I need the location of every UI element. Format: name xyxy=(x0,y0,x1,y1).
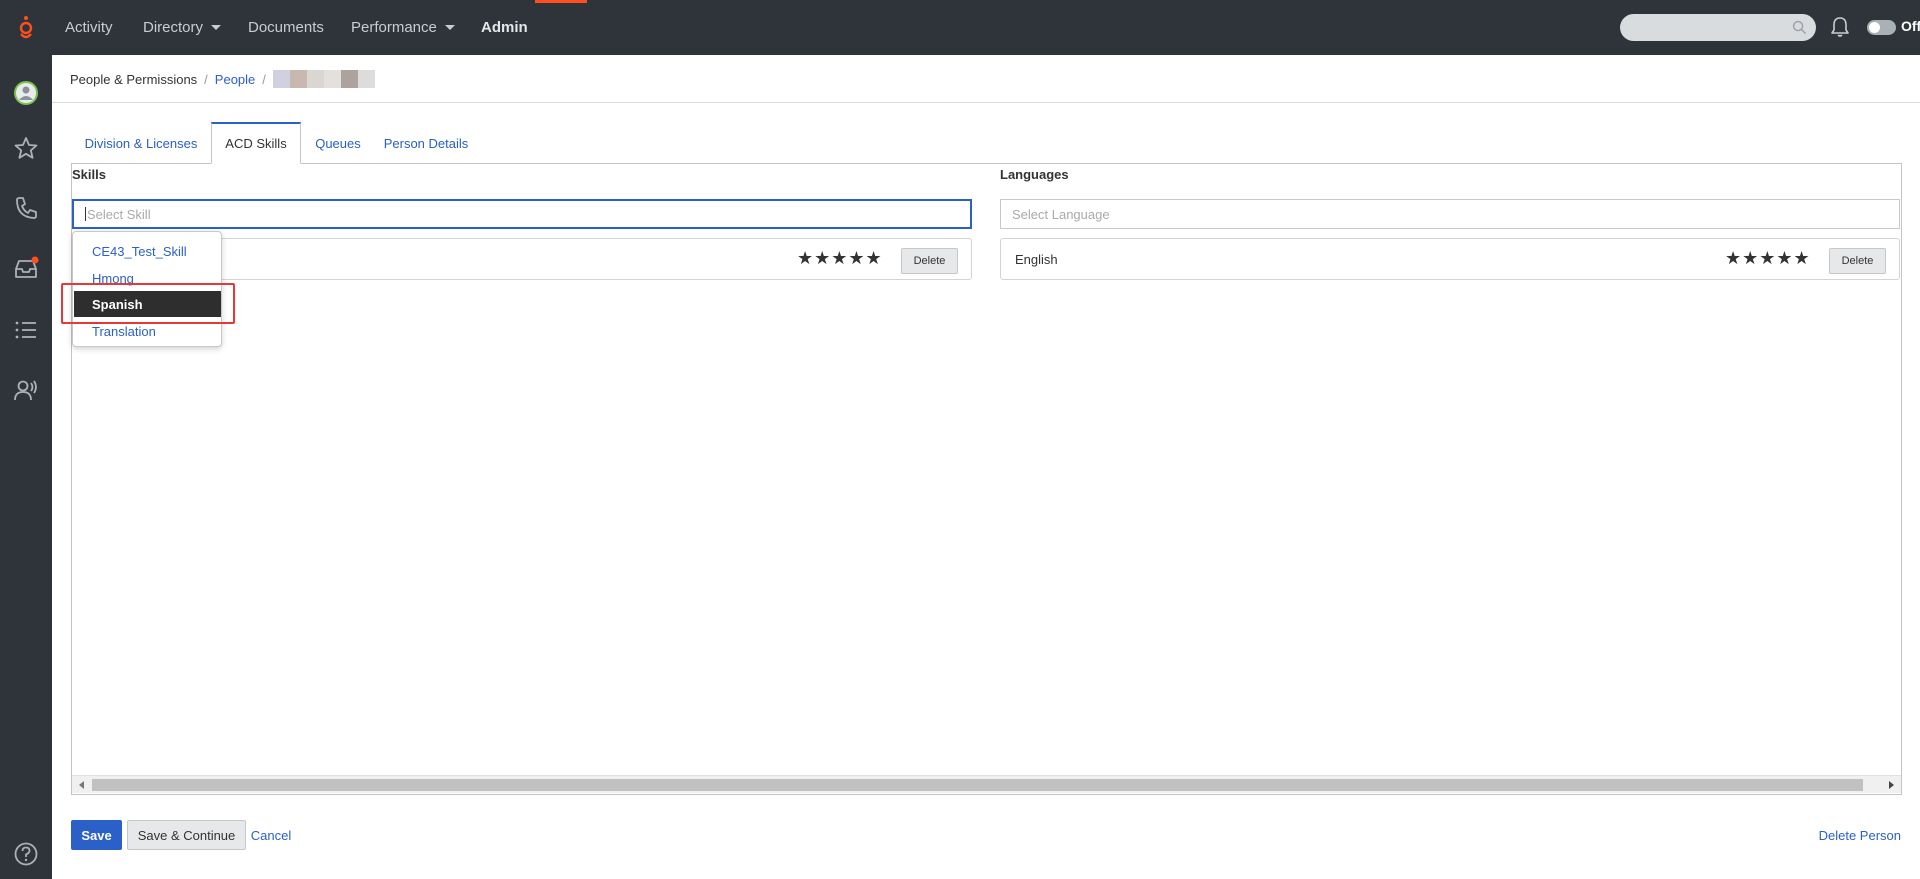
language-search-input[interactable]: Select Language xyxy=(1000,199,1900,229)
nav-activity[interactable]: Activity xyxy=(65,0,113,55)
language-row: English ★★★★★ Delete xyxy=(1000,238,1900,280)
bell-icon[interactable] xyxy=(1827,14,1853,40)
breadcrumb-people-link[interactable]: People xyxy=(215,72,255,87)
header-divider xyxy=(52,102,1920,103)
app-window: Activity Directory Documents Performance… xyxy=(0,0,1920,879)
star-icon[interactable] xyxy=(0,130,52,166)
search-icon xyxy=(1792,20,1807,35)
skill-search-input[interactable]: Select Skill xyxy=(72,199,972,229)
skill-dropdown: CE43_Test_Skill Hmong Spanish Translatio… xyxy=(72,231,222,347)
skills-title: Skills xyxy=(72,167,106,182)
chevron-down-icon xyxy=(444,25,455,30)
chevron-down-icon xyxy=(211,25,222,30)
left-sidebar xyxy=(0,0,52,879)
horizontal-scrollbar[interactable] xyxy=(72,775,1901,793)
nav-admin-label: Admin xyxy=(481,19,528,36)
scrollbar-thumb[interactable] xyxy=(92,779,1863,791)
language-name: English xyxy=(1015,252,1058,267)
tab-label: Person Details xyxy=(383,135,469,151)
list-icon[interactable] xyxy=(0,312,52,348)
dropdown-option[interactable]: CE43_Test_Skill xyxy=(74,238,221,264)
tab-queues[interactable]: Queues xyxy=(302,122,374,164)
nav-activity-label: Activity xyxy=(65,19,113,36)
language-delete-button[interactable]: Delete xyxy=(1829,248,1886,274)
help-icon[interactable] xyxy=(0,836,52,872)
skill-placeholder: Select Skill xyxy=(87,206,151,222)
skill-delete-button[interactable]: Delete xyxy=(901,248,958,274)
breadcrumb-separator: / xyxy=(262,71,266,87)
nav-admin[interactable]: Admin xyxy=(481,0,528,55)
queue-status-label: Off Queue xyxy=(1901,18,1920,34)
users-icon[interactable] xyxy=(0,372,52,408)
cancel-link[interactable]: Cancel xyxy=(250,820,292,850)
breadcrumb-separator: / xyxy=(204,71,208,87)
phone-icon[interactable] xyxy=(0,190,52,226)
save-continue-button[interactable]: Save & Continue xyxy=(127,820,246,850)
breadcrumb: People & Permissions / People / xyxy=(70,70,375,88)
nav-directory[interactable]: Directory xyxy=(143,0,222,55)
language-placeholder: Select Language xyxy=(1012,206,1110,222)
tab-label: ACD Skills xyxy=(225,136,287,151)
redacted-person-name xyxy=(272,70,375,88)
tab-acd-skills[interactable]: ACD Skills xyxy=(211,122,301,164)
scroll-right-icon[interactable] xyxy=(1889,781,1894,789)
dropdown-option[interactable]: Translation xyxy=(74,318,221,344)
genesys-logo-icon[interactable] xyxy=(0,8,52,44)
tab-division-licenses[interactable]: Division & Licenses xyxy=(70,122,212,164)
tab-label: Division & Licenses xyxy=(84,135,198,151)
breadcrumb-root: People & Permissions xyxy=(70,71,198,87)
nav-performance-label: Performance xyxy=(351,19,437,36)
languages-title: Languages xyxy=(1000,167,1069,182)
nav-documents-label: Documents xyxy=(248,19,324,36)
text-cursor xyxy=(85,207,86,221)
save-button[interactable]: Save xyxy=(71,820,122,850)
nav-documents[interactable]: Documents xyxy=(248,0,324,55)
tab-person-details[interactable]: Person Details xyxy=(375,122,477,164)
toggle-knob xyxy=(1869,22,1880,33)
global-search-input[interactable] xyxy=(1620,14,1816,41)
dropdown-option-selected[interactable]: Spanish xyxy=(74,291,221,317)
delete-person-link[interactable]: Delete Person xyxy=(1819,820,1901,850)
nav-active-indicator xyxy=(535,0,587,3)
queue-toggle[interactable] xyxy=(1867,20,1896,35)
tab-label: Queues xyxy=(315,135,361,151)
nav-directory-label: Directory xyxy=(143,19,204,36)
scroll-left-icon[interactable] xyxy=(79,781,84,789)
language-rating-stars[interactable]: ★★★★★ xyxy=(1725,248,1811,269)
top-navbar: Activity Directory Documents Performance… xyxy=(52,0,1920,55)
nav-performance[interactable]: Performance xyxy=(351,0,455,55)
avatar-icon[interactable] xyxy=(0,75,52,111)
inbox-icon[interactable] xyxy=(0,250,52,286)
dropdown-option[interactable]: Hmong xyxy=(74,265,221,291)
skill-rating-stars[interactable]: ★★★★★ xyxy=(797,248,883,269)
